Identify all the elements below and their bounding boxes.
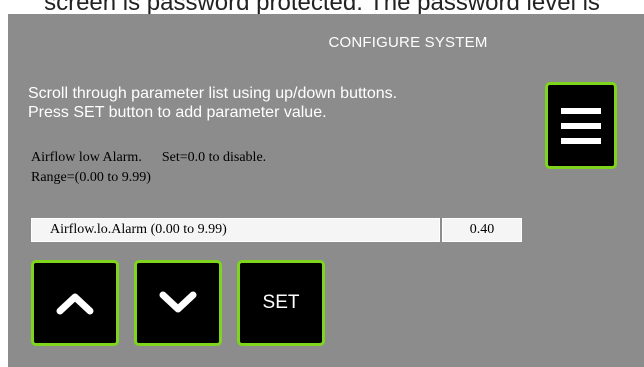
parameter-value-field[interactable]: 0.40 xyxy=(442,218,522,242)
hamburger-menu-icon xyxy=(561,107,601,144)
instruction-line-2: Press SET button to add parameter value. xyxy=(28,104,327,121)
configure-system-panel: CONFIGURE SYSTEM Scroll through paramete… xyxy=(8,14,644,367)
parameter-note: Set=0.0 to disable. xyxy=(161,150,267,165)
instructions: Scroll through parameter list using up/d… xyxy=(28,84,397,122)
chevron-up-icon xyxy=(56,293,94,315)
scroll-down-button[interactable] xyxy=(134,260,222,346)
parameter-selector-field[interactable]: Airflow.lo.Alarm (0.00 to 9.99) xyxy=(31,218,440,242)
parameter-name: Airflow low Alarm. xyxy=(31,150,142,165)
screen-title: CONFIGURE SYSTEM xyxy=(328,34,488,51)
instruction-line-1: Scroll through parameter list using up/d… xyxy=(28,85,398,102)
set-button-label: SET xyxy=(262,292,300,313)
parameter-range: Range=(0.00 to 9.99) xyxy=(31,170,151,185)
parameter-description: Airflow low Alarm. Set=0.0 to disable. Ra… xyxy=(31,148,266,188)
scroll-up-button[interactable] xyxy=(31,260,119,346)
menu-button[interactable] xyxy=(545,82,617,169)
chevron-down-icon xyxy=(159,291,197,313)
set-button[interactable]: SET xyxy=(237,260,325,346)
